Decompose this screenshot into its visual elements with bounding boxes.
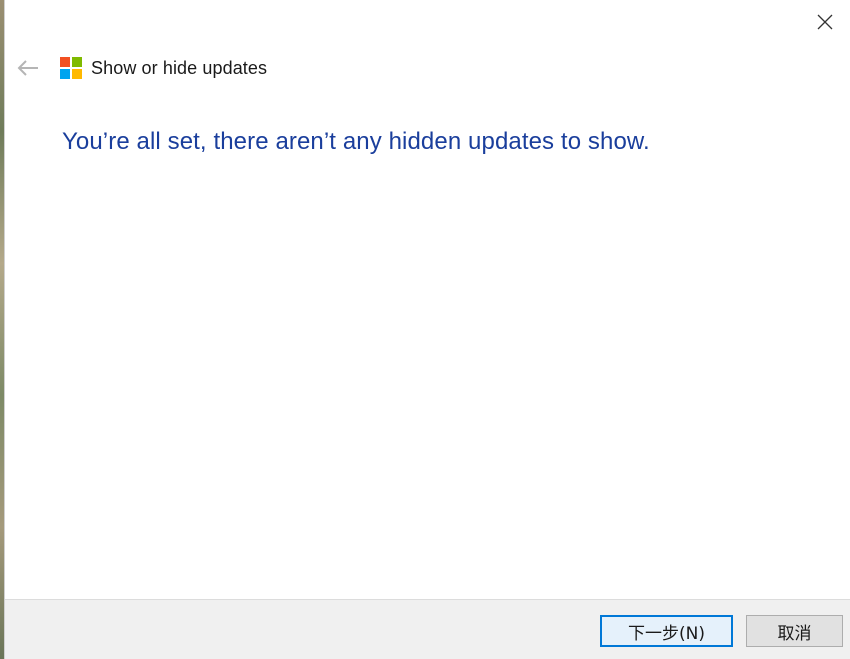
title-row: Show or hide updates — [60, 56, 267, 80]
logo-red-tile — [60, 57, 70, 67]
windows-logo-icon — [60, 57, 82, 79]
close-button[interactable] — [808, 6, 842, 38]
cancel-button[interactable]: 取消 — [746, 615, 843, 647]
status-heading: You’re all set, there aren’t any hidden … — [62, 128, 650, 155]
wizard-window: Show or hide updates You’re all set, the… — [4, 0, 850, 659]
logo-green-tile — [72, 57, 82, 67]
close-icon — [817, 14, 833, 30]
logo-blue-tile — [60, 69, 70, 79]
logo-yellow-tile — [72, 69, 82, 79]
footer-bar: 下一步(N) 取消 — [5, 599, 850, 659]
window-title: Show or hide updates — [91, 57, 268, 78]
back-arrow-icon — [17, 60, 38, 76]
next-button[interactable]: 下一步(N) — [600, 615, 733, 647]
back-button[interactable] — [13, 54, 43, 82]
